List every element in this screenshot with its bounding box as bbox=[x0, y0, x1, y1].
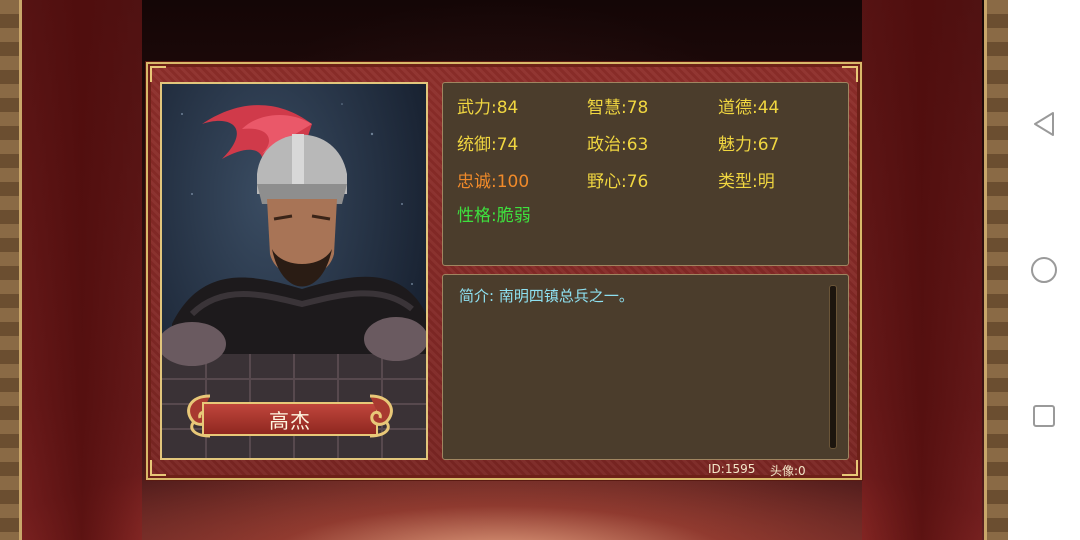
stats-panel: 武力:84 智慧:78 道德:44 统御:74 政治:63 魅力:67 忠诚:1… bbox=[442, 82, 849, 266]
stat-charisma: 魅力:67 bbox=[718, 135, 780, 155]
corner-ornament bbox=[150, 460, 166, 476]
scroll-ornament-icon bbox=[369, 394, 393, 438]
name-plate: 高杰 bbox=[180, 390, 400, 442]
android-nav-bar bbox=[1008, 0, 1080, 540]
home-circle-icon[interactable] bbox=[1030, 256, 1058, 284]
avatar-index: 头像:0 bbox=[770, 464, 806, 478]
stat-loyalty: 忠诚:100 bbox=[457, 172, 530, 192]
right-ornate-frame bbox=[984, 0, 1008, 540]
description-scrollbar[interactable] bbox=[829, 285, 837, 449]
description-text: 简介: 南明四镇总兵之一。 bbox=[459, 287, 634, 305]
stat-politics: 政治:63 bbox=[587, 135, 649, 155]
corner-ornament bbox=[842, 460, 858, 476]
left-curtain bbox=[22, 0, 142, 540]
character-id: ID:1595 bbox=[708, 462, 756, 476]
corner-ornament bbox=[150, 66, 166, 82]
stat-ambition: 野心:76 bbox=[587, 172, 649, 192]
stat-wisdom: 智慧:78 bbox=[587, 98, 649, 118]
recents-square-icon[interactable] bbox=[1030, 402, 1058, 430]
stat-command: 统御:74 bbox=[457, 135, 519, 155]
stat-force: 武力:84 bbox=[457, 98, 519, 118]
right-curtain bbox=[862, 0, 982, 540]
character-info-dialog[interactable]: 高杰 武力:84 智慧:78 道德:44 统御:74 政治:63 魅力:67 忠… bbox=[146, 62, 862, 480]
corner-ornament bbox=[842, 66, 858, 82]
character-portrait: 高杰 bbox=[160, 82, 428, 460]
character-name: 高杰 bbox=[202, 402, 378, 436]
stat-morality: 道德:44 bbox=[718, 98, 780, 118]
stat-type: 类型:明 bbox=[718, 172, 775, 192]
stat-personality: 性格:脆弱 bbox=[457, 206, 531, 226]
back-triangle-icon[interactable] bbox=[1030, 110, 1058, 138]
left-ornate-frame bbox=[0, 0, 22, 540]
description-panel[interactable]: 简介: 南明四镇总兵之一。 bbox=[442, 274, 849, 460]
